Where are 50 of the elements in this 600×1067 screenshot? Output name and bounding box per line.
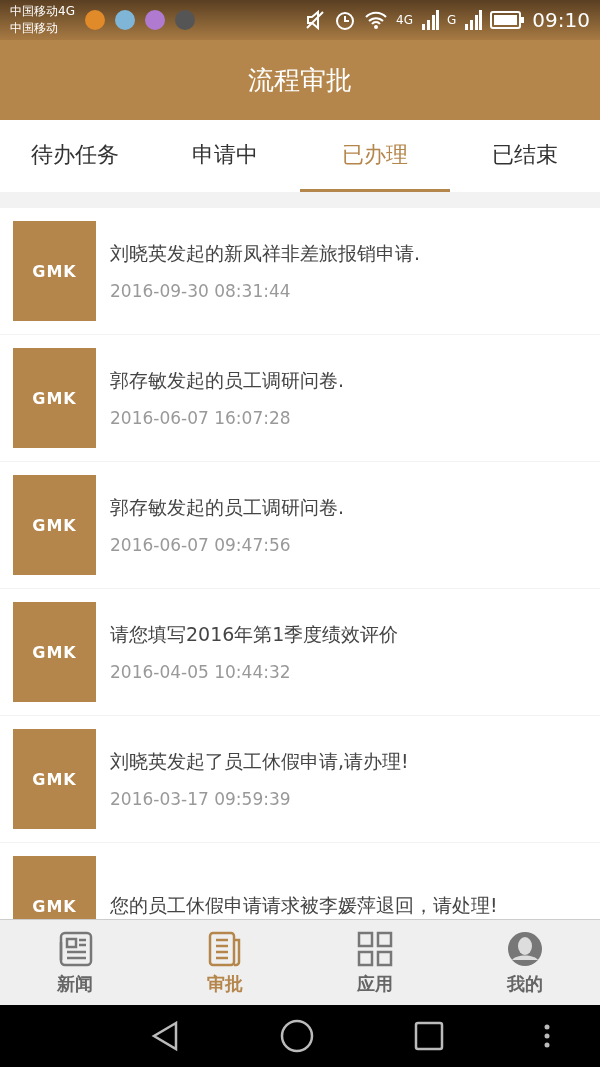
network-type: G [447,13,457,27]
item-title: 请您填写2016年第1季度绩效评价 [110,622,399,647]
list-item[interactable]: GMK 刘晓英发起了员工休假申请,请办理! 2016-03-17 09:59:39 [0,716,600,842]
nav-tab[interactable]: 新闻 [0,920,150,1005]
clock-time: 09:10 [532,8,590,32]
wifi-icon [364,10,389,30]
carrier-name: 中国移动4G [10,3,75,20]
nav-tab[interactable]: 我的 [450,920,600,1005]
company-logo: GMK [13,221,96,321]
item-title: 您的员工休假申请请求被李媛萍退回，请处理! [110,893,498,918]
item-date: 2016-06-07 16:07:28 [110,408,292,428]
company-logo: GMK [13,348,96,448]
signal-icon [464,10,483,30]
list-item[interactable]: GMK 郭存敏发起的员工调研问卷. 2016-06-07 09:47:56 [0,462,600,588]
alarm-icon [334,9,357,31]
item-title: 刘晓英发起了员工休假申请,请办理! [110,749,409,774]
mute-icon [304,9,327,31]
item-title: 刘晓英发起的新凤祥非差旅报销申请. [110,241,421,266]
back-icon[interactable] [150,1020,180,1052]
page-title: 流程审批 [248,63,352,97]
network-type: 4G [396,13,414,27]
item-date: 2016-03-17 09:59:39 [110,789,292,809]
company-logo: GMK [13,602,96,702]
nav-tab[interactable]: 应用 [300,920,450,1005]
company-logo: GMK [13,729,96,829]
home-icon[interactable] [280,1019,314,1053]
recents-icon[interactable] [414,1021,444,1051]
item-title: 郭存敏发起的员工调研问卷. [110,495,345,520]
list-item[interactable]: GMK 刘晓英发起的新凤祥非差旅报销申请. 2016-09-30 08:31:44 [0,208,600,334]
more-icon[interactable] [544,1024,550,1048]
grid-icon [356,929,394,968]
list-item[interactable]: GMK 请您填写2016年第1季度绩效评价 2016-04-05 10:44:32 [0,589,600,715]
item-date: 2016-09-30 08:31:44 [110,281,292,301]
app-notification-icon [84,10,105,30]
list-item[interactable]: GMK 郭存敏发起的员工调研问卷. 2016-06-07 16:07:28 [0,335,600,461]
tab[interactable]: 已结束 [450,120,600,192]
item-date: 2016-06-07 09:47:56 [110,535,292,555]
tab[interactable]: 待办任务 [0,120,150,192]
signal-icon [421,10,440,30]
company-logo: GMK [13,856,96,919]
battery-icon [490,11,525,29]
item-title: 郭存敏发起的员工调研问卷. [110,368,345,393]
carrier-name: 中国移动 [10,20,59,37]
tab[interactable]: 申请中 [150,120,300,192]
avatar-icon [506,929,544,968]
app-notification-icon [114,10,135,30]
app-notification-icon [174,10,195,30]
item-date: 2016-04-05 10:44:32 [110,662,292,682]
company-logo: GMK [13,475,96,575]
list-item[interactable]: GMK 您的员工休假申请请求被李媛萍退回，请处理! [0,843,600,919]
